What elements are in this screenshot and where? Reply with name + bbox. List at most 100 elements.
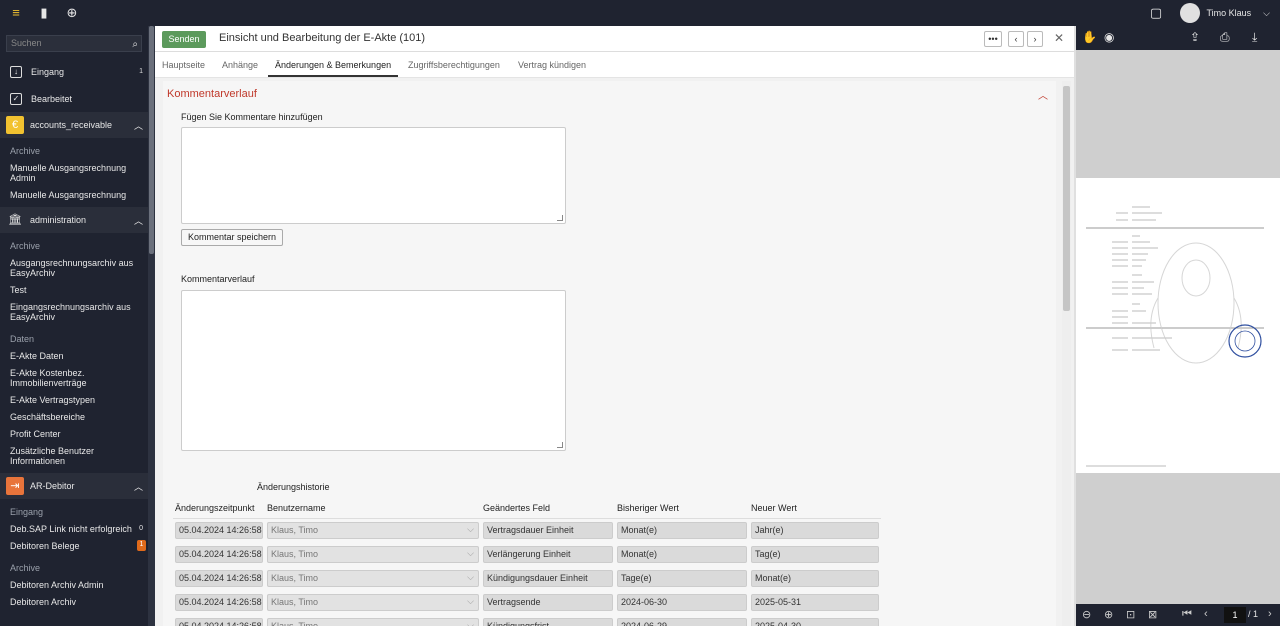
bookmark-icon[interactable]: ▮: [36, 5, 52, 21]
sidebar-link[interactable]: Debitoren Archiv: [0, 594, 148, 611]
fit-page-icon[interactable]: ⊠: [1148, 608, 1157, 621]
tab-main[interactable]: Hauptseite: [162, 60, 205, 70]
fit-width-icon[interactable]: ⊡: [1126, 608, 1135, 621]
sidebar-link[interactable]: Debitoren Belege 1: [0, 538, 148, 555]
export-icon[interactable]: ⇪: [1190, 30, 1200, 44]
save-comment-button[interactable]: Kommentar speichern: [181, 229, 283, 246]
table-cell: 2025-04-30: [749, 614, 881, 626]
tab-cancel-contract[interactable]: Vertrag kündigen: [518, 60, 586, 70]
user-select[interactable]: Klaus, Timo: [267, 617, 479, 626]
table-cell: 05.04.2024 14:26:58: [173, 590, 265, 614]
table-cell: 2024-06-30: [615, 590, 749, 614]
sidebar-item-inbox[interactable]: ↓ Eingang 1: [0, 58, 148, 85]
table-cell: Vertragsende: [481, 590, 615, 614]
user-select[interactable]: Klaus, Timo: [267, 593, 479, 611]
readonly-field: 05.04.2024 14:26:58: [175, 521, 263, 539]
close-icon[interactable]: ✕: [1054, 31, 1064, 45]
readonly-field: 2025-04-30: [751, 617, 879, 626]
chevron-up-icon: ︿: [133, 481, 143, 492]
sidebar-link[interactable]: Manuelle Ausgangsrechnung Admin: [0, 160, 148, 187]
sidebar-link[interactable]: Profit Center: [0, 426, 148, 443]
tab-bar: Hauptseite Anhänge Änderungen & Bemerkun…: [155, 52, 1074, 78]
table-cell: 2024-06-29: [615, 614, 749, 626]
history-textarea[interactable]: [181, 290, 566, 451]
more-button[interactable]: •••: [984, 31, 1002, 47]
table-cell: Klaus, Timo: [265, 566, 481, 590]
table-cell: Klaus, Timo: [265, 518, 481, 542]
tab-changes[interactable]: Änderungen & Bemerkungen: [275, 60, 391, 70]
clipboard-icon[interactable]: ▢: [1148, 5, 1164, 21]
count-badge: 0: [139, 525, 143, 532]
add-comment-label: Fügen Sie Kommentare hinzufügen: [181, 112, 323, 122]
chevron-up-icon[interactable]: ︿: [1038, 87, 1048, 102]
top-bar: ≡ ▮ ⊕ ▢ Timo Klaus ⌵: [0, 0, 1280, 26]
group-accounts-receivable[interactable]: € accounts_receivable ︿: [0, 112, 148, 138]
section-title: Archive: [10, 563, 41, 573]
user-menu[interactable]: Timo Klaus ⌵: [1180, 3, 1270, 23]
readonly-field: 2024-06-29: [617, 617, 747, 626]
eye-icon[interactable]: ◉: [1104, 30, 1114, 44]
readonly-field: 05.04.2024 14:26:58: [175, 593, 263, 611]
download-icon[interactable]: ⤓: [1252, 30, 1257, 45]
user-select[interactable]: Klaus, Timo: [267, 521, 479, 539]
sidebar: Suchen ⌕ ↓ Eingang 1 ✓ Bearbeitet € acco…: [0, 26, 148, 626]
sidebar-link[interactable]: Ausgangsrechnungsarchiv aus EasyArchiv: [0, 255, 148, 282]
user-select[interactable]: Klaus, Timo: [267, 545, 479, 563]
viewer-toolbar: ✋ ◉ ⇪ ⎙ ⤓: [1076, 26, 1280, 50]
next-page-icon[interactable]: ›: [1268, 608, 1272, 620]
sidebar-link[interactable]: E-Akte Daten: [0, 348, 148, 365]
readonly-field: Verlängerung Einheit: [483, 545, 613, 563]
group-administration[interactable]: 🏛 administration ︿: [0, 207, 148, 233]
sidebar-link[interactable]: Manuelle Ausgangsrechnung: [0, 187, 148, 204]
zoom-out-icon[interactable]: ⊖: [1082, 608, 1091, 621]
send-button[interactable]: Senden: [162, 31, 206, 48]
sidebar-link[interactable]: Debitoren Archiv Admin: [0, 577, 148, 594]
sidebar-link[interactable]: Eingangsrechnungsarchiv aus EasyArchiv: [0, 299, 148, 326]
section-title: Daten: [10, 334, 35, 344]
comment-textarea[interactable]: [181, 127, 566, 224]
hand-icon[interactable]: ✋: [1082, 30, 1097, 44]
search-input[interactable]: Suchen ⌕: [6, 35, 142, 52]
table-cell: Klaus, Timo: [265, 590, 481, 614]
scrollbar-thumb[interactable]: [1063, 86, 1070, 311]
table-cell: 2025-05-31: [749, 590, 881, 614]
readonly-field: 05.04.2024 14:26:58: [175, 617, 263, 626]
sidebar-link[interactable]: Test: [0, 282, 148, 299]
prev-page-icon[interactable]: ‹: [1204, 608, 1208, 620]
menu-icon[interactable]: ≡: [8, 5, 24, 21]
main-scrollbar[interactable]: [1062, 81, 1071, 626]
search-icon[interactable]: ⌕: [132, 37, 138, 52]
first-page-icon[interactable]: ⏮: [1182, 608, 1192, 621]
scrollbar-thumb[interactable]: [149, 26, 154, 254]
page-number-input[interactable]: 1: [1224, 607, 1246, 623]
tab-access[interactable]: Zugriffsberechtigungen: [408, 60, 500, 70]
add-icon[interactable]: ⊕: [64, 5, 80, 21]
changes-table: Änderungszeitpunkt Benutzername Geändert…: [173, 498, 881, 626]
prev-button[interactable]: ‹: [1008, 31, 1024, 47]
sidebar-link[interactable]: E-Akte Kostenbez. Immobilienverträge: [0, 365, 148, 392]
readonly-field: 2025-05-31: [751, 593, 879, 611]
sidebar-scrollbar[interactable]: [148, 26, 155, 626]
table-cell: Tag(e): [749, 542, 881, 566]
sidebar-link[interactable]: Deb.SAP Link nicht erfolgreich 0: [0, 521, 148, 538]
next-button[interactable]: ›: [1027, 31, 1043, 47]
section-title: Archive: [10, 146, 41, 156]
sidebar-item-processed[interactable]: ✓ Bearbeitet: [0, 85, 148, 112]
section-title: Eingang: [10, 507, 44, 517]
tab-attachments[interactable]: Anhänge: [222, 60, 258, 70]
column-header: Benutzername: [265, 498, 481, 519]
avatar: [1180, 3, 1201, 23]
group-ar-debitor[interactable]: ⇥ AR-Debitor ︿: [0, 473, 148, 499]
chevron-up-icon: ︿: [133, 120, 143, 131]
readonly-field: Vertragsende: [483, 593, 613, 611]
readonly-field: Kündigungsfrist: [483, 617, 613, 626]
user-select[interactable]: Klaus, Timo: [267, 569, 479, 587]
print-icon[interactable]: ⎙: [1220, 30, 1230, 45]
table-row: 05.04.2024 14:26:58Klaus, TimoVertragsda…: [173, 518, 881, 542]
sidebar-link[interactable]: Geschäftsbereiche: [0, 409, 148, 426]
sidebar-link[interactable]: Zusätzliche Benutzer Informationen: [0, 443, 148, 470]
zoom-in-icon[interactable]: ⊕: [1104, 608, 1113, 621]
login-icon: ⇥: [6, 477, 24, 495]
sidebar-link[interactable]: E-Akte Vertragstypen: [0, 392, 148, 409]
column-header: Geändertes Feld: [481, 498, 615, 519]
